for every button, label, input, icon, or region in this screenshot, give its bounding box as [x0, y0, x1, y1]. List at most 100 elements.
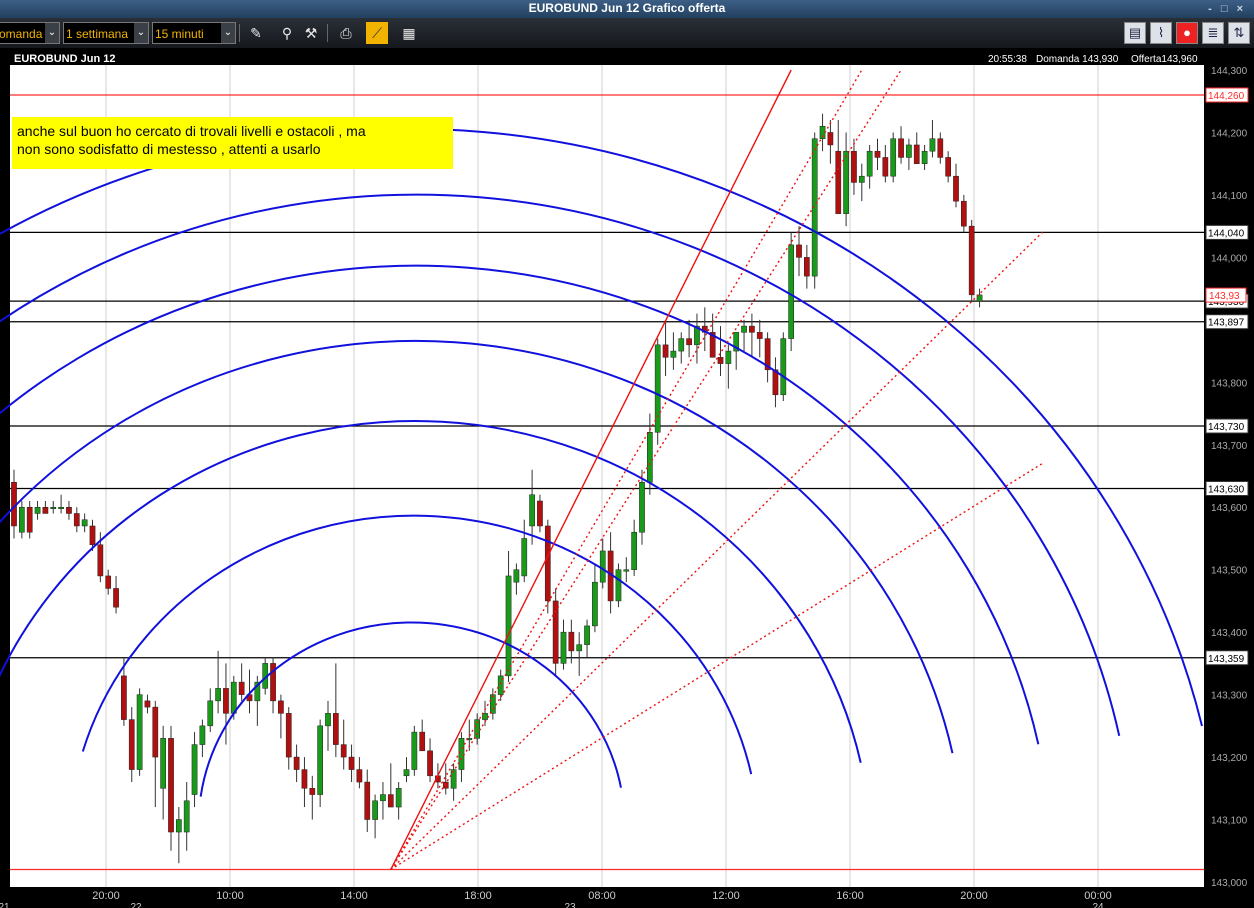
candle-body [921, 150, 928, 164]
candle-body [387, 794, 394, 808]
level-price-label: 143,730 [1208, 422, 1245, 433]
interval-select[interactable]: 15 minuti ⌄ [152, 22, 236, 44]
price-tick-label: 143,400 [1211, 628, 1248, 639]
candle-body [945, 157, 951, 177]
time-tick-label: 08:00 [588, 890, 616, 902]
price-tick-label: 143,600 [1211, 503, 1248, 514]
pin-icon[interactable]: ⚲ [276, 22, 298, 44]
chevron-down-icon[interactable]: ⌄ [45, 23, 59, 43]
candle-body [913, 144, 920, 164]
candle-body [136, 694, 143, 770]
candle-body [968, 225, 975, 296]
candle-body [113, 588, 119, 608]
window-title: EUROBUND Jun 12 Grafico offerta [528, 1, 726, 15]
candle-body [929, 138, 936, 152]
range-select[interactable]: 1 settimana ⌄ [63, 22, 149, 44]
candle-body [144, 700, 151, 708]
candle-body [73, 513, 80, 527]
price-tick-label: 143,700 [1211, 441, 1248, 452]
grid-icon[interactable]: ▦ [398, 22, 420, 44]
candle-body [780, 338, 787, 396]
bid-label: Domanda 143,930 [1036, 54, 1119, 65]
candle-body [662, 344, 669, 358]
time-tick-label: 12:00 [712, 890, 740, 902]
price-tick-label: 143,200 [1211, 753, 1248, 764]
layout-icon[interactable]: ▤ [1124, 22, 1146, 44]
time-tick-label: 20:00 [960, 890, 988, 902]
instrument-label: EUROBUND Jun 12 [14, 53, 115, 65]
date-label: 22 [130, 902, 142, 908]
candle-body [552, 600, 559, 664]
price-tick-label: 143,500 [1211, 566, 1248, 577]
interval-value: 15 minuti [155, 27, 204, 41]
candle-body [238, 681, 245, 695]
window-controls[interactable]: - □ × [1208, 1, 1246, 18]
candle-body [505, 575, 512, 677]
alert-icon[interactable]: ● [1176, 22, 1198, 44]
plot-area [10, 65, 1204, 887]
price-type-select[interactable]: omanda ⌄ [0, 22, 60, 44]
candle-body [670, 350, 677, 358]
price-tick-label: 144,000 [1211, 253, 1248, 264]
candle-body [121, 675, 127, 720]
time-tick-label: 00:00 [1084, 890, 1112, 902]
window-title-bar: EUROBUND Jun 12 Grafico offerta - □ × [0, 0, 1254, 18]
candle-body [513, 569, 520, 583]
time-tick-label: 20:00 [92, 890, 120, 902]
candle-body [411, 731, 418, 770]
candle-body [419, 731, 426, 752]
candle-body [160, 738, 167, 789]
candle-body [568, 631, 575, 652]
candle-body [66, 506, 72, 514]
date-label: 21 [0, 902, 10, 908]
price-tick-label: 144,100 [1211, 191, 1248, 202]
chevron-down-icon[interactable]: ⌄ [221, 23, 235, 43]
time-tick-label: 16:00 [836, 890, 864, 902]
candle-body [89, 525, 96, 545]
toolbar-divider [239, 24, 240, 42]
candle-body [686, 338, 692, 346]
candle-body [866, 150, 873, 177]
candle-body [647, 432, 653, 483]
candle-body [58, 506, 64, 509]
candle-body [544, 525, 551, 602]
trend-tool-icon[interactable]: ⟋ [366, 22, 388, 44]
notes-icon[interactable]: ≣ [1202, 22, 1224, 44]
candle-body [898, 138, 904, 158]
price-type-value: omanda [0, 27, 43, 41]
price-chart[interactable]: EUROBUND Jun 12 20:55:38 Domanda 143,930… [0, 48, 1254, 908]
trade-icon[interactable]: ⇅ [1228, 22, 1250, 44]
indicator-icon[interactable]: ⌇ [1150, 22, 1172, 44]
candle-body [356, 769, 363, 783]
price-tick-label: 144,200 [1211, 128, 1248, 139]
candle-body [176, 819, 182, 833]
pencil-icon[interactable]: ✎ [245, 22, 267, 44]
price-tick-label: 143,800 [1211, 378, 1248, 389]
candle-body [906, 144, 912, 158]
candle-body [97, 544, 104, 577]
candle-body [183, 800, 190, 833]
candle-body [333, 713, 339, 745]
candle-body [584, 625, 590, 645]
candle-body [348, 756, 355, 770]
candle-body [152, 706, 159, 758]
clock-label: 20:55:38 [988, 54, 1027, 65]
annotation-line1: anche sul buon ho cercato di trovali liv… [17, 123, 366, 139]
candle-body [599, 550, 606, 583]
magnet-icon[interactable]: ⚒ [300, 22, 322, 44]
print-icon[interactable]: ⎙ [335, 22, 357, 44]
candle-body [427, 750, 433, 777]
candle-body [442, 781, 449, 789]
candle-body [953, 175, 959, 202]
candle-body [521, 538, 528, 577]
chart-toolbar: omanda ⌄ 1 settimana ⌄ 15 minuti ⌄ ✎ ⚲ ⚒… [0, 18, 1254, 49]
candle-body [19, 506, 25, 533]
candle-body [827, 132, 834, 146]
time-tick-label: 14:00 [340, 890, 368, 902]
level-price-label: 144,040 [1208, 228, 1245, 239]
annotation-line2: non sono sodisfatto di mestesso , attent… [17, 141, 321, 157]
candle-body [537, 500, 543, 527]
range-value: 1 settimana [66, 27, 129, 41]
chevron-down-icon[interactable]: ⌄ [134, 23, 148, 43]
date-label: 23 [564, 902, 576, 908]
